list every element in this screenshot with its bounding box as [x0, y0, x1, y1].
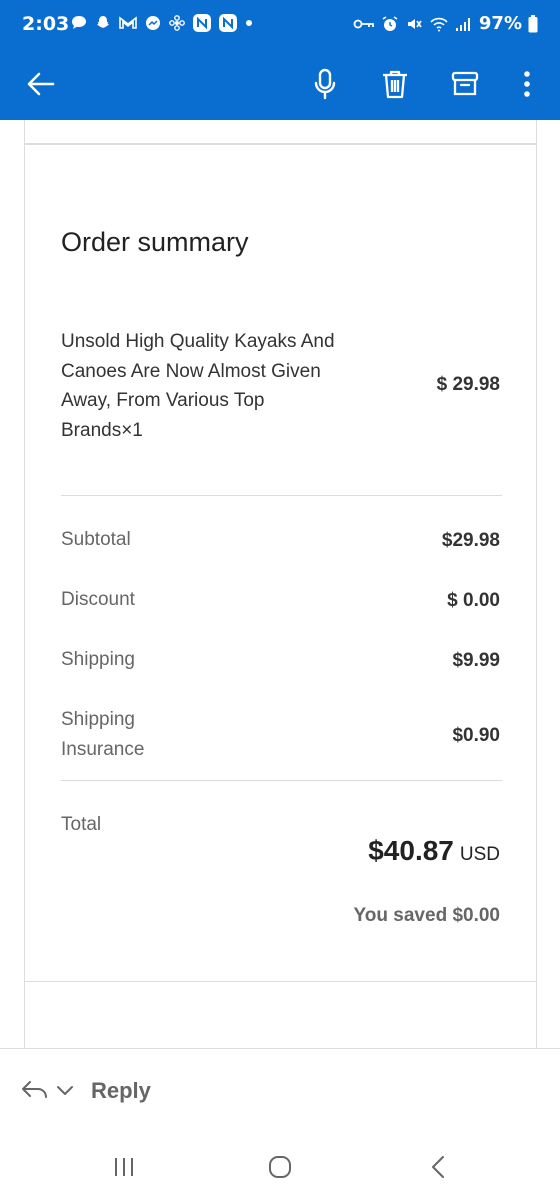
app-bar	[0, 48, 560, 120]
chevron-down-icon	[57, 1086, 73, 1095]
status-time: 2:03	[22, 13, 70, 35]
archive-icon	[451, 71, 479, 96]
next-section-border	[24, 982, 537, 1048]
divider	[61, 495, 502, 496]
app-n-icon	[193, 14, 211, 32]
total-amount: $40.87 USD	[368, 835, 500, 867]
home-button[interactable]	[260, 1150, 300, 1184]
top-bar: 2:03 97%	[0, 0, 560, 120]
back-arrow-icon	[27, 72, 55, 96]
discount-label: Discount	[61, 589, 135, 610]
navigation-bar	[0, 1136, 560, 1200]
mute-icon	[407, 18, 422, 29]
total-currency: USD	[459, 844, 500, 865]
back-button[interactable]	[19, 62, 63, 106]
chat-bubble-icon	[72, 16, 86, 29]
recent-apps-button[interactable]	[104, 1150, 144, 1184]
shipping-value: $9.99	[452, 650, 500, 671]
subtotal-value: $29.98	[441, 530, 500, 551]
more-vertical-icon	[524, 71, 530, 97]
battery-level: 97%	[478, 13, 522, 34]
item-price: $ 29.98	[436, 374, 500, 395]
divider	[61, 780, 502, 781]
discount-value: $ 0.00	[447, 590, 500, 611]
shipping-insurance-value: $0.90	[452, 725, 500, 746]
messenger-icon	[146, 16, 160, 30]
battery-icon	[528, 14, 538, 32]
more-notifications-dot-icon	[246, 20, 252, 26]
home-icon	[269, 1156, 291, 1178]
back-chevron-icon	[432, 1156, 444, 1178]
shipping-label: Shipping	[61, 649, 135, 670]
notification-icons	[70, 13, 254, 33]
gmail-icon	[119, 16, 137, 29]
saved-amount: You saved $0.00	[353, 905, 500, 926]
previous-section-border	[24, 120, 537, 144]
wifi-icon	[430, 17, 448, 31]
reply-button[interactable]: Reply	[91, 1078, 151, 1104]
recent-apps-icon	[115, 1158, 133, 1176]
dictate-button[interactable]	[303, 62, 347, 106]
back-nav-button[interactable]	[418, 1150, 458, 1184]
snapchat-icon	[97, 16, 109, 28]
pinwheel-icon	[169, 15, 185, 31]
subtotal-label: Subtotal	[61, 529, 131, 550]
reply-bar: Reply	[0, 1048, 560, 1136]
more-options-button[interactable]	[505, 62, 549, 106]
total-label: Total	[61, 814, 102, 835]
alarm-icon	[382, 15, 398, 31]
key-icon	[353, 19, 374, 28]
archive-button[interactable]	[443, 62, 487, 106]
shipping-insurance-label: Shipping Insurance	[61, 709, 145, 760]
total-value: $40.87	[368, 835, 454, 866]
order-summary-title: Order summary	[61, 227, 249, 257]
delete-button[interactable]	[373, 62, 417, 106]
item-name: Unsold High Quality Kayaks And Canoes Ar…	[61, 331, 335, 441]
order-summary-card: Order summary Unsold High Quality Kayaks…	[24, 144, 537, 982]
reply-options-button[interactable]	[20, 1079, 74, 1101]
trash-icon	[383, 70, 407, 99]
signal-icon	[455, 17, 470, 31]
microphone-icon	[314, 68, 336, 100]
system-icons: 97%	[353, 13, 538, 34]
app-n-icon-2	[219, 14, 237, 32]
reply-arrow-icon	[22, 1081, 47, 1098]
status-bar: 2:03 97%	[0, 0, 560, 48]
